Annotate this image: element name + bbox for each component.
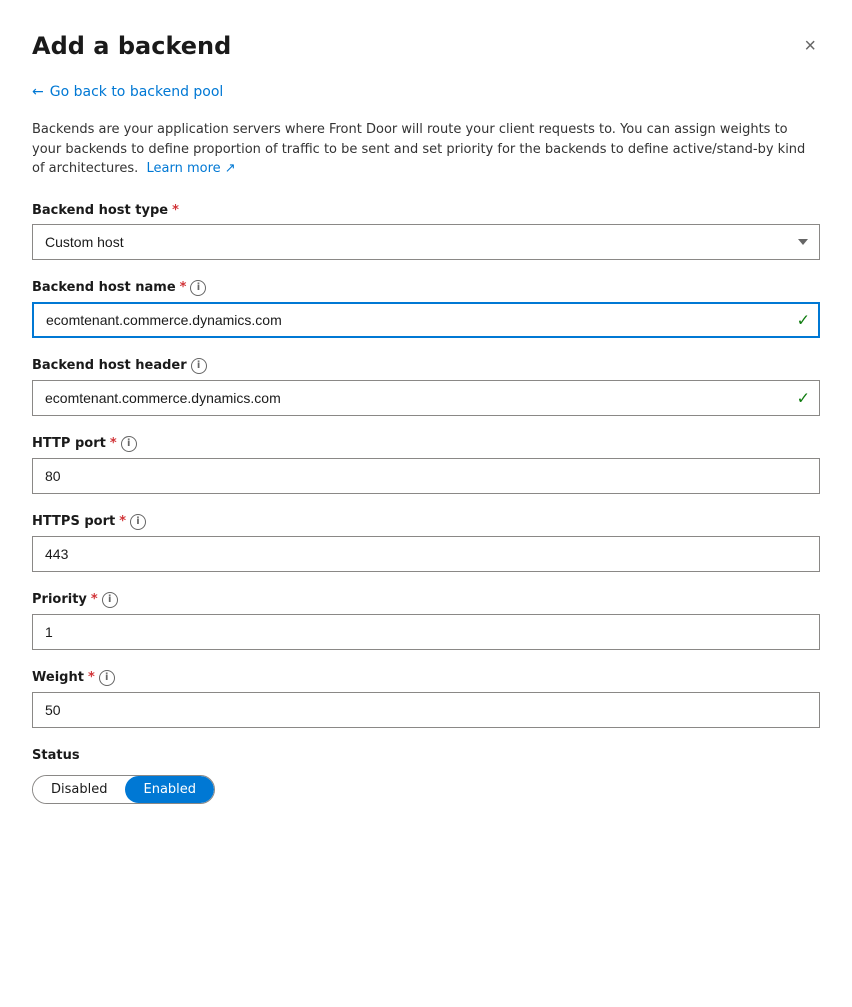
status-enabled-button[interactable]: Enabled [125,776,214,803]
http-port-input-wrapper [32,458,820,494]
backend-host-header-label: Backend host header i [32,358,820,374]
backend-host-type-group: Backend host type * Custom host App serv… [32,203,820,260]
https-port-group: HTTPS port * i [32,514,820,572]
http-port-input[interactable] [32,458,820,494]
back-link-text: Go back to backend pool [50,84,224,100]
priority-input-wrapper [32,614,820,650]
backend-host-name-input-wrapper: ✓ [32,302,820,338]
status-label: Status [32,748,820,763]
backend-host-type-select[interactable]: Custom host App service Cloud service St… [32,224,820,260]
backend-host-header-input-wrapper: ✓ [32,380,820,416]
back-link[interactable]: ← Go back to backend pool [32,84,223,100]
priority-group: Priority * i [32,592,820,650]
backend-host-header-info-icon[interactable]: i [191,358,207,374]
back-arrow-icon: ← [32,84,44,100]
https-port-input[interactable] [32,536,820,572]
priority-info-icon[interactable]: i [102,592,118,608]
https-port-info-icon[interactable]: i [130,514,146,530]
required-indicator: * [119,514,126,529]
backend-host-type-label: Backend host type * [32,203,820,218]
weight-input-wrapper [32,692,820,728]
required-indicator: * [88,670,95,685]
backend-host-header-group: Backend host header i ✓ [32,358,820,416]
external-link-icon: ↗ [225,161,236,176]
status-group: Status Disabled Enabled [32,748,820,804]
required-indicator: * [91,592,98,607]
backend-host-name-label: Backend host name * i [32,280,820,296]
panel-header: Add a backend × [32,32,820,60]
learn-more-link[interactable]: Learn more ↗ [142,161,235,176]
http-port-label: HTTP port * i [32,436,820,452]
priority-label: Priority * i [32,592,820,608]
add-backend-panel: Add a backend × ← Go back to backend poo… [0,0,852,1007]
backend-host-name-group: Backend host name * i ✓ [32,280,820,338]
backend-host-name-input[interactable] [32,302,820,338]
required-indicator: * [180,280,187,295]
description-text: Backends are your application servers wh… [32,120,820,179]
required-indicator: * [172,203,179,218]
http-port-group: HTTP port * i [32,436,820,494]
required-indicator: * [110,436,117,451]
http-port-info-icon[interactable]: i [121,436,137,452]
weight-group: Weight * i [32,670,820,728]
backend-host-type-select-wrapper: Custom host App service Cloud service St… [32,224,820,260]
close-button[interactable]: × [800,32,820,60]
priority-input[interactable] [32,614,820,650]
panel-title: Add a backend [32,32,231,60]
https-port-input-wrapper [32,536,820,572]
backend-host-name-info-icon[interactable]: i [190,280,206,296]
weight-input[interactable] [32,692,820,728]
https-port-label: HTTPS port * i [32,514,820,530]
status-disabled-button[interactable]: Disabled [33,776,125,803]
backend-host-header-input[interactable] [32,380,820,416]
weight-info-icon[interactable]: i [99,670,115,686]
weight-label: Weight * i [32,670,820,686]
status-toggle-group: Disabled Enabled [32,775,215,804]
